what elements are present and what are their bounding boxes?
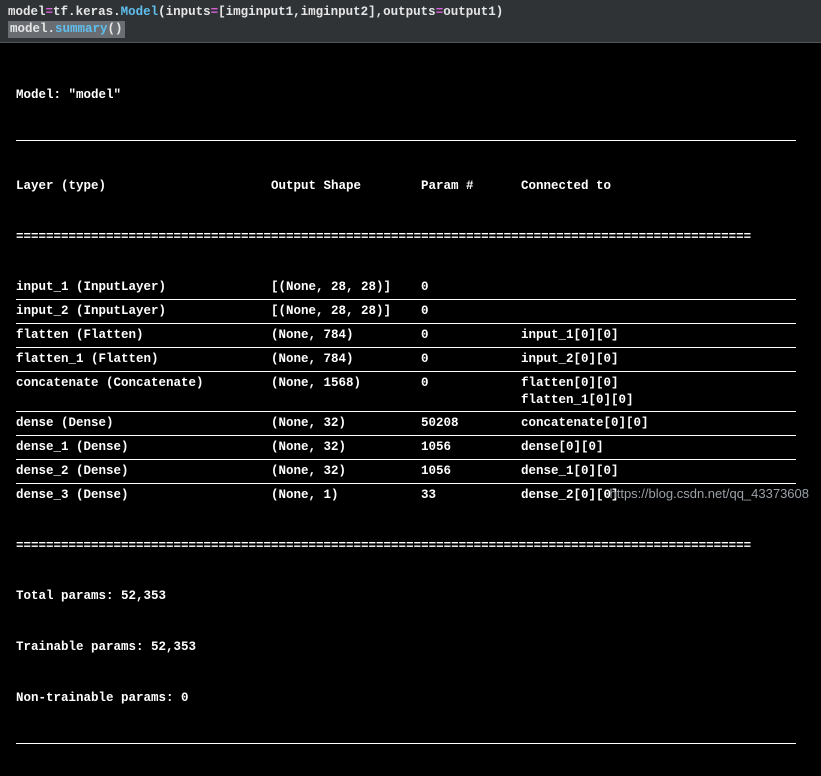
divider-eq: ========================================…	[16, 538, 796, 555]
layer-conn: dense_1[0][0]	[521, 463, 805, 480]
layer-params: 0	[421, 351, 521, 368]
layer-name: flatten (Flatten)	[16, 327, 271, 344]
total-params: Total params: 52,353	[16, 588, 805, 605]
layer-name: dense_1 (Dense)	[16, 439, 271, 456]
layer-params: 1056	[421, 439, 521, 456]
layer-shape: (None, 784)	[271, 327, 421, 344]
layer-shape: (None, 1568)	[271, 375, 421, 409]
layer-shape: (None, 784)	[271, 351, 421, 368]
model-name: Model: "model"	[16, 87, 805, 104]
layer-params: 0	[421, 303, 521, 320]
layer-conn	[521, 303, 805, 320]
layer-name: input_2 (InputLayer)	[16, 303, 271, 320]
divider	[16, 743, 796, 744]
divider	[16, 140, 796, 141]
layer-params: 0	[421, 327, 521, 344]
table-row: flatten_1 (Flatten)(None, 784)0input_2[0…	[16, 351, 805, 368]
layer-params: 1056	[421, 463, 521, 480]
table-row: flatten (Flatten)(None, 784)0input_1[0][…	[16, 327, 805, 344]
layer-shape: (None, 1)	[271, 487, 421, 504]
layer-params: 0	[421, 279, 521, 296]
layer-name: input_1 (InputLayer)	[16, 279, 271, 296]
table-row: dense (Dense)(None, 32)50208concatenate[…	[16, 415, 805, 432]
code-line-2: model.summary()	[8, 21, 813, 38]
layer-params: 0	[421, 375, 521, 409]
layer-shape: (None, 32)	[271, 439, 421, 456]
layer-shape: [(None, 28, 28)]	[271, 303, 421, 320]
layer-params: 33	[421, 487, 521, 504]
layer-name: dense_3 (Dense)	[16, 487, 271, 504]
divider	[16, 371, 796, 372]
divider	[16, 483, 796, 484]
layer-shape: (None, 32)	[271, 463, 421, 480]
table-header: Layer (type) Output Shape Param # Connec…	[16, 178, 805, 195]
table-row: dense_1 (Dense)(None, 32)1056dense[0][0]	[16, 439, 805, 456]
layer-conn: input_2[0][0]	[521, 351, 805, 368]
layer-name: dense_2 (Dense)	[16, 463, 271, 480]
table-row: input_2 (InputLayer)[(None, 28, 28)]0	[16, 303, 805, 320]
divider	[16, 347, 796, 348]
trainable-params: Trainable params: 52,353	[16, 639, 805, 656]
output-area: Model: "model" Layer (type) Output Shape…	[0, 43, 821, 776]
header-conn: Connected to	[521, 178, 805, 195]
divider	[16, 299, 796, 300]
divider	[16, 323, 796, 324]
layer-conn: input_1[0][0]	[521, 327, 805, 344]
divider	[16, 411, 796, 412]
layer-conn	[521, 279, 805, 296]
divider-eq: ========================================…	[16, 229, 796, 246]
layer-name: dense (Dense)	[16, 415, 271, 432]
watermark: https://blog.csdn.net/qq_43373608	[610, 485, 810, 503]
layer-params: 50208	[421, 415, 521, 432]
layer-shape: (None, 32)	[271, 415, 421, 432]
table-row: input_1 (InputLayer)[(None, 28, 28)]0	[16, 279, 805, 296]
divider	[16, 459, 796, 460]
header-param: Param #	[421, 178, 521, 195]
layer-name: flatten_1 (Flatten)	[16, 351, 271, 368]
code-line-1: model=tf.keras.Model(inputs=[imginput1,i…	[8, 4, 813, 21]
table-row: dense_2 (Dense)(None, 32)1056dense_1[0][…	[16, 463, 805, 480]
layer-conn: flatten[0][0]flatten_1[0][0]	[521, 375, 805, 409]
header-shape: Output Shape	[271, 178, 421, 195]
code-cell[interactable]: model=tf.keras.Model(inputs=[imginput1,i…	[0, 0, 821, 43]
divider	[16, 435, 796, 436]
header-layer: Layer (type)	[16, 178, 271, 195]
layer-conn: concatenate[0][0]	[521, 415, 805, 432]
layer-name: concatenate (Concatenate)	[16, 375, 271, 409]
nontrainable-params: Non-trainable params: 0	[16, 690, 805, 707]
layer-shape: [(None, 28, 28)]	[271, 279, 421, 296]
layer-conn: dense[0][0]	[521, 439, 805, 456]
table-row: concatenate (Concatenate)(None, 1568)0fl…	[16, 375, 805, 409]
